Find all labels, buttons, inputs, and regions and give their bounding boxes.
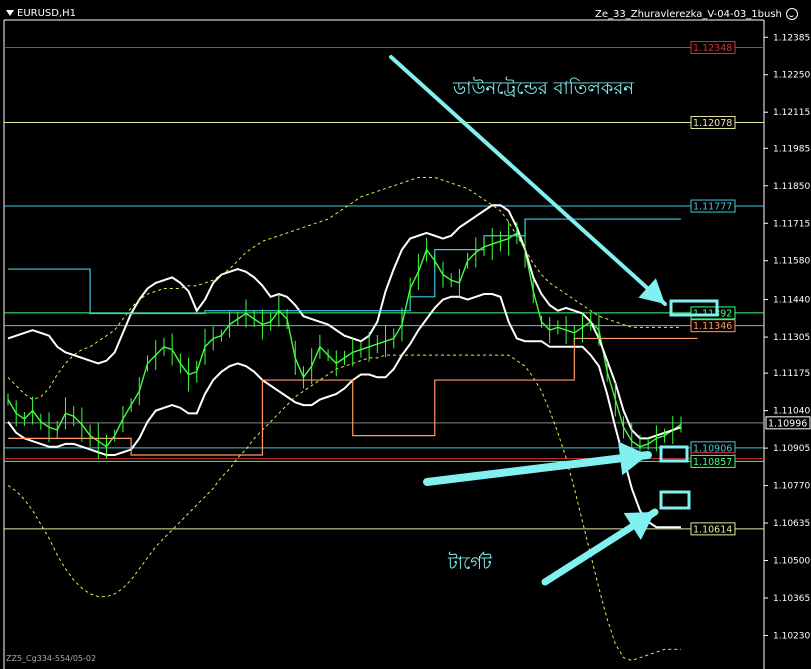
price-level-tag: 1.11777 [690,199,736,213]
highlight-box [659,490,691,510]
y-tick-label: 1.12115 [773,108,810,118]
y-tick-label: 1.12250 [773,71,810,81]
y-tick-label: 1.11175 [773,369,810,379]
chart-window: 1.12385 1.12250 1.12115 1.11985 1.11850 1.117… [0,0,811,669]
y-tick-label: 1.11580 [773,257,810,267]
price-level-tag: 1.10857 [690,454,736,468]
price-level-label: 1.10614 [693,524,732,535]
symbol-label: EURUSD,H1 [17,8,77,19]
series-line-price [7,231,682,448]
price-level-tag: 1.12078 [690,115,736,129]
price-level-tag: 1.11346 [690,319,736,333]
price-level-label: 1.12348 [693,43,732,54]
y-tick-label: 1.11850 [773,182,810,192]
target-annotation: টার্গেট [448,553,492,574]
y-tick-label: 1.10500 [773,557,810,567]
price-level-label: 1.10996 [768,418,807,429]
price-level-label: 1.11346 [693,321,732,332]
y-tick-label: 1.10770 [773,482,810,492]
series-line-outer-dashed-lower [7,354,681,661]
y-tick-label: 1.10365 [773,594,810,604]
series-line-channel-high [8,218,681,315]
series-line-outer-dashed-upper [7,176,681,401]
indicator-title: Ze_33_Zhuravlerezka_V-04-03_1bush [595,8,798,20]
y-tick-label: 1.11715 [773,219,810,229]
price-level-label: 1.11777 [693,202,732,213]
footer-indicator-label: ZZ5_Cg334-554/05-02 [6,654,97,663]
indicator-label: Ze_33_Zhuravlerezka_V-04-03_1bush [595,9,782,20]
series-line-upper-band [7,204,682,440]
y-tick-label: 1.11440 [773,296,810,306]
y-tick-label: 1.11305 [773,333,810,343]
y-tick-label: 1.10905 [773,444,810,454]
support-arrow-head-icon [618,441,648,476]
dropdown-triangle-icon[interactable] [6,10,14,16]
y-tick-label: 1.10230 [773,631,810,641]
price-level-label: 1.10857 [693,457,732,468]
price-level-label: 1.12078 [693,118,732,129]
price-level-tag: 1.10614 [690,522,736,536]
smiley-face-icon[interactable] [785,8,798,20]
price-level-tag: 1.12348 [690,41,736,55]
price-chart[interactable]: 1.12385 1.12250 1.12115 1.11985 1.11850 1.117… [0,0,811,669]
y-tick-label: 1.11985 [773,144,810,154]
y-tick-label: 1.10635 [773,519,810,529]
y-tick-label: 1.11040 [773,407,810,417]
price-level-tag: 1.11392 [690,306,736,320]
symbol-title: EURUSD,H1 [6,8,76,19]
y-tick-label: 1.12385 [773,33,810,43]
downtrend-annotation: ডাউনট্রেন্ডের বাতিলকরন [453,78,635,99]
price-level-tag: 1.10996 [765,416,811,430]
